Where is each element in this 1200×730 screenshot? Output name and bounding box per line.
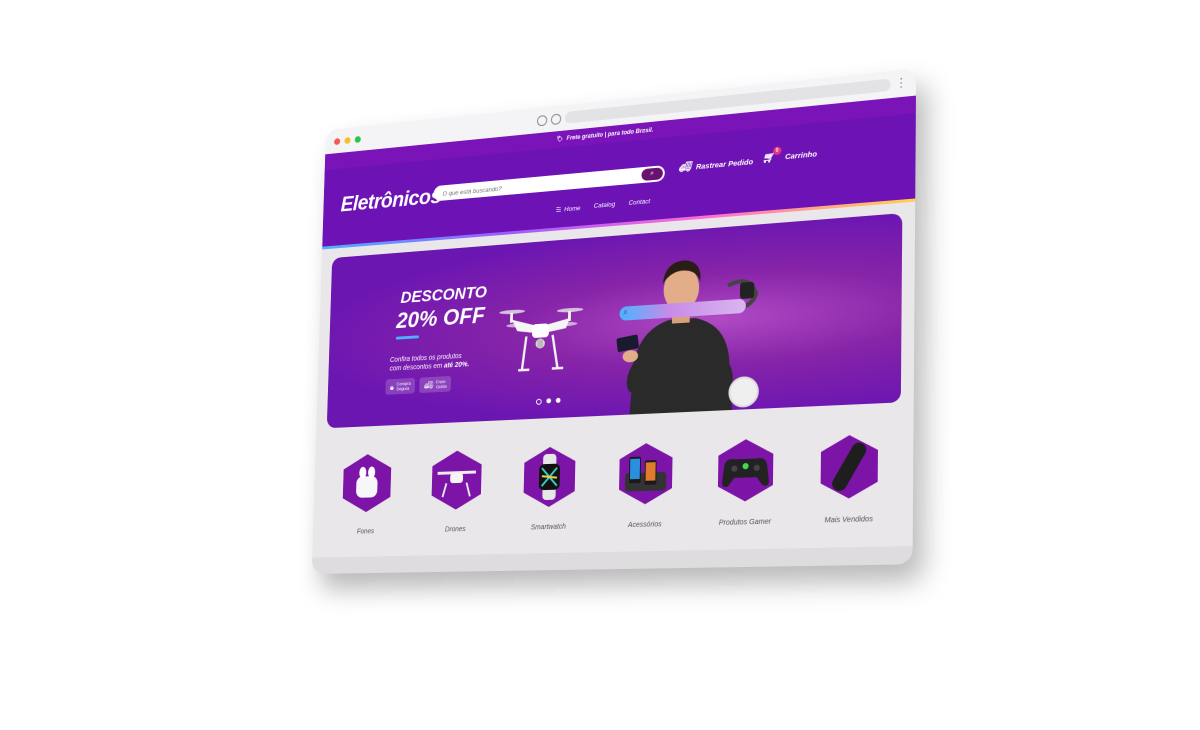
nav-home[interactable]: ☰ Home — [556, 204, 581, 214]
feature-free-shipping: 🚚︎ Frete Grátis — [419, 375, 452, 394]
model-person-image — [616, 259, 761, 418]
category-label: Drones — [444, 526, 466, 534]
category-mais-vendidos[interactable]: Mais Vendidos — [807, 432, 892, 525]
category-smartwatch[interactable]: Smartwatch — [511, 444, 589, 531]
feature-secure-purchase: 🔒︎ Compra Segura — [385, 377, 416, 395]
browser-menu-icon[interactable]: ⋮ — [895, 75, 908, 91]
window-controls — [334, 135, 361, 145]
close-window-button[interactable] — [334, 137, 341, 145]
banner-desc-highlight: até 20%. — [443, 361, 470, 370]
earbuds-icon — [342, 453, 392, 513]
gamepad-icon — [717, 438, 774, 503]
hero-banner[interactable]: DESCONTO 20% OFF Confira todos os produt… — [326, 213, 903, 429]
carousel-dots — [535, 397, 561, 405]
banner-underline — [395, 335, 420, 340]
truck-icon: 🚚︎ — [678, 161, 692, 174]
nav-catalog[interactable]: Catalog — [594, 201, 616, 211]
cart-label: Carrinho — [784, 149, 818, 162]
search-bar: ⌕ — [433, 165, 665, 202]
speaker-icon — [820, 434, 879, 500]
lock-icon: 🔒︎ — [389, 382, 394, 392]
banner-desc-line2: com descontos em — [389, 362, 444, 373]
search-input[interactable] — [440, 170, 631, 201]
tag-icon: 🏷 — [555, 136, 563, 144]
category-acessorios[interactable]: Acessórios — [606, 441, 686, 530]
category-label: Acessórios — [627, 521, 662, 530]
main-content: DESCONTO 20% OFF Confira todos os produt… — [312, 201, 916, 558]
accessories-icon — [618, 442, 673, 505]
drone-image — [499, 307, 584, 381]
smartwatch-icon — [523, 445, 576, 508]
carousel-dot-2[interactable] — [546, 398, 552, 404]
category-list: Fones Drones Smartwatch Acessórios Produ… — [330, 432, 892, 536]
minimize-window-button[interactable] — [344, 136, 351, 144]
track-order-link[interactable]: 🚚︎ Rastrear Pedido — [678, 156, 753, 174]
category-fones[interactable]: Fones — [330, 452, 403, 536]
banner-features: 🔒︎ Compra Segura 🚚︎ Frete Grátis — [385, 375, 452, 395]
cart-icon: 🛒︎ 0 — [762, 146, 782, 164]
drone-icon — [431, 449, 483, 511]
cart-count-badge: 0 — [772, 146, 782, 156]
search-icon: ⌕ — [650, 170, 655, 178]
category-drones[interactable]: Drones — [419, 448, 494, 534]
category-label: Smartwatch — [530, 523, 566, 532]
category-label: Produtos Gamer — [718, 518, 772, 527]
site-logo[interactable]: Eletrônicos — [340, 184, 441, 218]
maximize-window-button[interactable] — [354, 135, 361, 143]
category-label: Mais Vendidos — [824, 515, 873, 525]
banner-title-line2: 20% OFF — [396, 302, 486, 333]
nav-home-label: Home — [564, 205, 581, 214]
category-produtos-gamer[interactable]: Produtos Gamer — [704, 437, 787, 528]
banner-search-icon: ⌕ — [623, 307, 628, 317]
category-label: Fones — [356, 528, 375, 536]
cart-link[interactable]: 🛒︎ 0 Carrinho — [762, 146, 818, 164]
feature1-line2: Segura — [396, 385, 410, 392]
truck-icon: 🚚︎ — [424, 380, 434, 390]
carousel-dot-3[interactable] — [555, 397, 561, 403]
banner-description: Confira todos os produtos com descontos … — [390, 350, 490, 373]
browser-home-icon[interactable] — [550, 113, 562, 126]
track-order-label: Rastrear Pedido — [695, 157, 754, 172]
menu-icon: ☰ — [555, 206, 562, 215]
browser-search-icon[interactable] — [536, 114, 548, 127]
carousel-dot-1[interactable] — [535, 398, 542, 405]
browser-window: ⋮ 🏷 Frete gratuito | para todo Brasil. E… — [311, 68, 917, 574]
feature2-line2: Grátis — [435, 383, 447, 390]
search-button[interactable]: ⌕ — [641, 167, 663, 182]
nav-contact[interactable]: Contact — [628, 198, 650, 208]
